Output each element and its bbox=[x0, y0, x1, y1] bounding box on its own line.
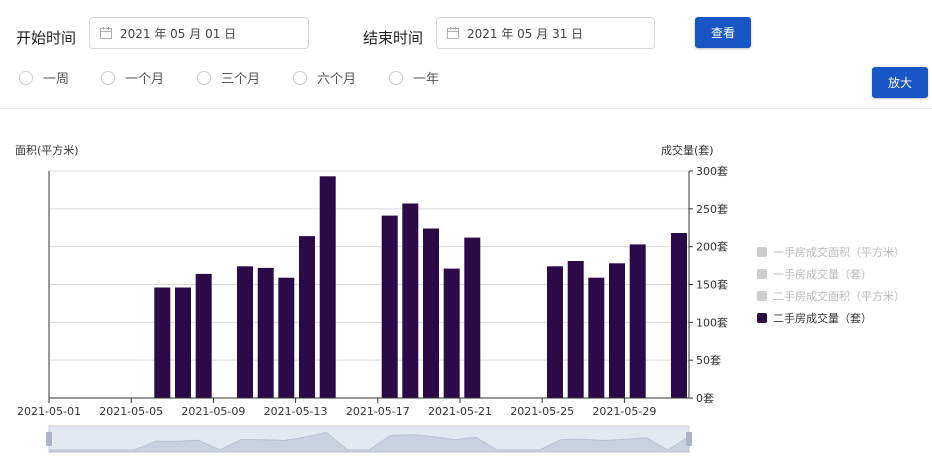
legend-item[interactable]: 二手房成交量（套） bbox=[757, 307, 905, 329]
zoom-handle-right[interactable] bbox=[686, 432, 692, 446]
bar-chart: 0套 50套 100套 150套 200套 250套 300套 2021-05-01 2021-… bbox=[17, 165, 728, 453]
legend-item[interactable]: 二手房成交面积（平方米） bbox=[757, 285, 905, 307]
y-right-tick-label: 200套 bbox=[696, 241, 728, 254]
x-tick-label: 2021-05-21 bbox=[428, 405, 492, 418]
bar-2021-05-11[interactable] bbox=[257, 267, 274, 398]
y-right-tick-label: 50套 bbox=[696, 354, 721, 367]
x-tick-label: 2021-05-17 bbox=[346, 405, 410, 418]
x-tick-label: 2021-05-01 bbox=[17, 405, 81, 418]
x-tick-label: 2021-05-13 bbox=[264, 405, 328, 418]
bar-2021-05-14[interactable] bbox=[319, 176, 336, 398]
legend-label: 二手房成交量（套） bbox=[773, 312, 872, 325]
bar-2021-05-12[interactable] bbox=[278, 277, 295, 398]
bar-2021-05-31[interactable] bbox=[671, 233, 687, 398]
bar-2021-05-28[interactable] bbox=[609, 263, 625, 398]
x-tick-label: 2021-05-05 bbox=[99, 405, 163, 418]
zoom-handle-left[interactable] bbox=[46, 432, 52, 446]
bar-2021-05-08[interactable] bbox=[195, 273, 212, 398]
x-tick-label: 2021-05-09 bbox=[181, 405, 245, 418]
bar-2021-05-29[interactable] bbox=[629, 244, 646, 398]
legend-label: 一手房成交量（套） bbox=[773, 268, 872, 281]
bar-2021-05-25[interactable] bbox=[547, 266, 563, 398]
y-right-tick-label: 0套 bbox=[696, 392, 714, 405]
bar-2021-05-18[interactable] bbox=[402, 203, 419, 399]
bar-2021-05-19[interactable] bbox=[423, 228, 439, 399]
y-right-tick-label: 250套 bbox=[696, 203, 728, 216]
legend-label: 二手房成交面积（平方米） bbox=[773, 290, 905, 303]
y-right-tick-label: 300套 bbox=[696, 165, 728, 178]
bar-2021-05-17[interactable] bbox=[381, 215, 398, 398]
bar-2021-05-13[interactable] bbox=[299, 236, 315, 398]
legend-swatch bbox=[757, 313, 767, 323]
legend-swatch bbox=[757, 269, 767, 279]
legend-swatch bbox=[757, 247, 767, 257]
bar-series bbox=[154, 176, 687, 398]
bar-2021-05-06[interactable] bbox=[154, 287, 171, 399]
chart-legend: 一手房成交面积（平方米） 一手房成交量（套） 二手房成交面积（平方米） 二手房成交量（… bbox=[757, 241, 905, 329]
bar-2021-05-10[interactable] bbox=[237, 266, 253, 398]
y-right-tick-label: 150套 bbox=[696, 279, 728, 292]
bar-2021-05-21[interactable] bbox=[464, 237, 481, 398]
x-tick-label: 2021-05-29 bbox=[592, 405, 656, 418]
data-zoom-slider[interactable] bbox=[46, 425, 692, 453]
bar-2021-05-26[interactable] bbox=[567, 261, 584, 398]
y-right-tick-label: 100套 bbox=[696, 316, 728, 329]
x-tick-label: 2021-05-25 bbox=[510, 405, 574, 418]
bar-2021-05-20[interactable] bbox=[443, 268, 460, 398]
bar-2021-05-07[interactable] bbox=[175, 287, 191, 399]
legend-label: 一手房成交面积（平方米） bbox=[773, 246, 905, 259]
legend-item[interactable]: 一手房成交面积（平方米） bbox=[757, 241, 905, 263]
legend-item[interactable]: 一手房成交量（套） bbox=[757, 263, 905, 285]
bar-2021-05-27[interactable] bbox=[588, 277, 605, 398]
legend-swatch bbox=[757, 291, 767, 301]
